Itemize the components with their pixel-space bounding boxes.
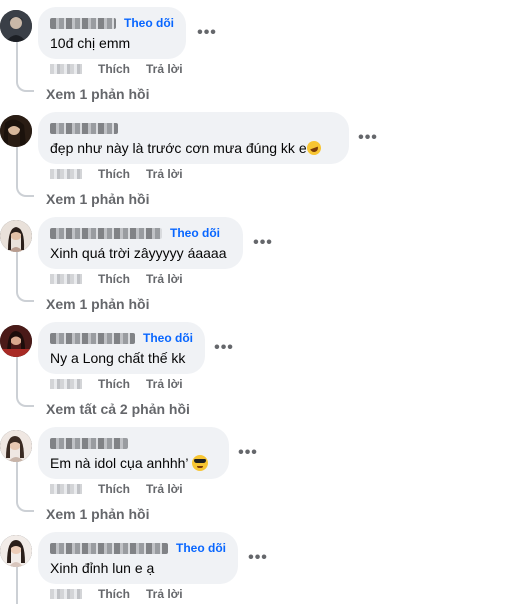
- follow-button[interactable]: Theo dõi: [143, 331, 193, 345]
- reply-button[interactable]: Trả lời: [146, 62, 183, 76]
- avatar[interactable]: [0, 430, 32, 462]
- comment-bubble: Theo dõi Xinh đỉnh lun e ạ: [38, 532, 238, 584]
- comment-author: Theo dõi: [50, 15, 174, 31]
- comment-timestamp-blurred[interactable]: [50, 169, 82, 179]
- reply-button[interactable]: Trả lời: [146, 272, 183, 286]
- like-button[interactable]: Thích: [98, 167, 130, 181]
- more-options-icon[interactable]: •••: [214, 338, 234, 358]
- author-name-blurred[interactable]: [50, 227, 162, 239]
- avatar[interactable]: [0, 220, 32, 252]
- reply-button[interactable]: Trả lời: [146, 482, 183, 496]
- comment-author: Theo dõi: [50, 225, 220, 241]
- author-name-blurred[interactable]: [50, 437, 128, 449]
- avatar[interactable]: [0, 325, 32, 357]
- comment-actions: Thích Trả lời: [38, 586, 183, 602]
- comment-bubble: Theo dõi Ny a Long chất thế kk: [38, 322, 205, 374]
- comment-timestamp-blurred[interactable]: [50, 589, 82, 599]
- follow-button[interactable]: Theo dõi: [170, 226, 220, 240]
- like-button[interactable]: Thích: [98, 272, 130, 286]
- thread-connector: [16, 395, 34, 407]
- comment-text: đẹp như này là trước cơn mưa đúng kk e: [50, 139, 323, 157]
- comment-author: Theo dõi: [50, 330, 193, 346]
- comment-author: [50, 120, 118, 136]
- more-options-icon[interactable]: •••: [197, 23, 217, 43]
- comment-author: [50, 435, 128, 451]
- reply-button[interactable]: Trả lời: [146, 587, 183, 601]
- like-button[interactable]: Thích: [98, 587, 130, 601]
- thread-connector: [16, 500, 34, 512]
- thread-connector: [16, 80, 34, 92]
- comment-text: 10đ chị emm: [50, 35, 131, 51]
- view-replies-link[interactable]: Xem 1 phản hồi: [46, 506, 149, 522]
- comment-text: Xinh quá trời zâyyyyy áaaaa: [50, 245, 227, 261]
- comment-actions: Thích Trả lời: [38, 61, 183, 77]
- view-replies-link[interactable]: Xem 1 phản hồi: [46, 296, 149, 312]
- rolling-on-floor-laughing-icon: [304, 139, 323, 157]
- like-button[interactable]: Thích: [98, 62, 130, 76]
- comment-bubble: Em nà idol cụa anhhh’: [38, 427, 229, 479]
- comment-actions: Thích Trả lời: [38, 376, 183, 392]
- author-name-blurred[interactable]: [50, 332, 135, 344]
- author-name-blurred[interactable]: [50, 542, 168, 554]
- more-options-icon[interactable]: •••: [248, 548, 268, 568]
- comment-timestamp-blurred[interactable]: [50, 379, 82, 389]
- view-replies-link[interactable]: Xem 1 phản hồi: [46, 86, 149, 102]
- like-button[interactable]: Thích: [98, 482, 130, 496]
- reply-button[interactable]: Trả lời: [146, 167, 183, 181]
- thread-connector: [16, 290, 34, 302]
- more-options-icon[interactable]: •••: [358, 128, 378, 148]
- view-replies-link[interactable]: Xem 1 phản hồi: [46, 191, 149, 207]
- comment-actions: Thích Trả lời: [38, 481, 183, 497]
- thread-line: [16, 252, 18, 290]
- comment-timestamp-blurred[interactable]: [50, 484, 82, 494]
- comment-actions: Thích Trả lời: [38, 271, 183, 287]
- comment-bubble: Theo dõi 10đ chị emm: [38, 7, 186, 59]
- like-button[interactable]: Thích: [98, 377, 130, 391]
- thread-line: [16, 147, 18, 185]
- thread-line: [16, 567, 18, 604]
- view-replies-link[interactable]: Xem tất cả 2 phản hồi: [46, 401, 190, 417]
- comment-author: Theo dõi: [50, 540, 226, 556]
- follow-button[interactable]: Theo dõi: [124, 16, 174, 30]
- comment-thread-list: Theo dõi 10đ chị emm ••• Thích Trả lời X…: [0, 0, 509, 604]
- avatar[interactable]: [0, 10, 32, 42]
- thread-line: [16, 357, 18, 395]
- comment-text: Xinh đỉnh lun e ạ: [50, 560, 155, 576]
- author-name-blurred[interactable]: [50, 122, 118, 134]
- avatar[interactable]: [0, 535, 32, 567]
- comment-timestamp-blurred[interactable]: [50, 64, 82, 74]
- comment-text: Ny a Long chất thế kk: [50, 350, 186, 366]
- author-name-blurred[interactable]: [50, 17, 116, 29]
- more-options-icon[interactable]: •••: [253, 233, 273, 253]
- comment-text-content: đẹp như này là trước cơn mưa đúng kk e: [50, 140, 307, 156]
- more-options-icon[interactable]: •••: [238, 443, 258, 463]
- smiling-face-with-sunglasses-icon: [191, 455, 208, 471]
- thread-line: [16, 42, 18, 80]
- comment-bubble: đẹp như này là trước cơn mưa đúng kk e: [38, 112, 349, 164]
- comment-bubble: Theo dõi Xinh quá trời zâyyyyy áaaaa: [38, 217, 243, 269]
- comment-actions: Thích Trả lời: [38, 166, 183, 182]
- avatar[interactable]: [0, 115, 32, 147]
- thread-connector: [16, 185, 34, 197]
- comment-text: Em nà idol cụa anhhh’: [50, 455, 208, 472]
- thread-line: [16, 462, 18, 500]
- follow-button[interactable]: Theo dõi: [176, 541, 226, 555]
- comment-text-content: Em nà idol cụa anhhh’: [50, 455, 189, 471]
- comment-timestamp-blurred[interactable]: [50, 274, 82, 284]
- reply-button[interactable]: Trả lời: [146, 377, 183, 391]
